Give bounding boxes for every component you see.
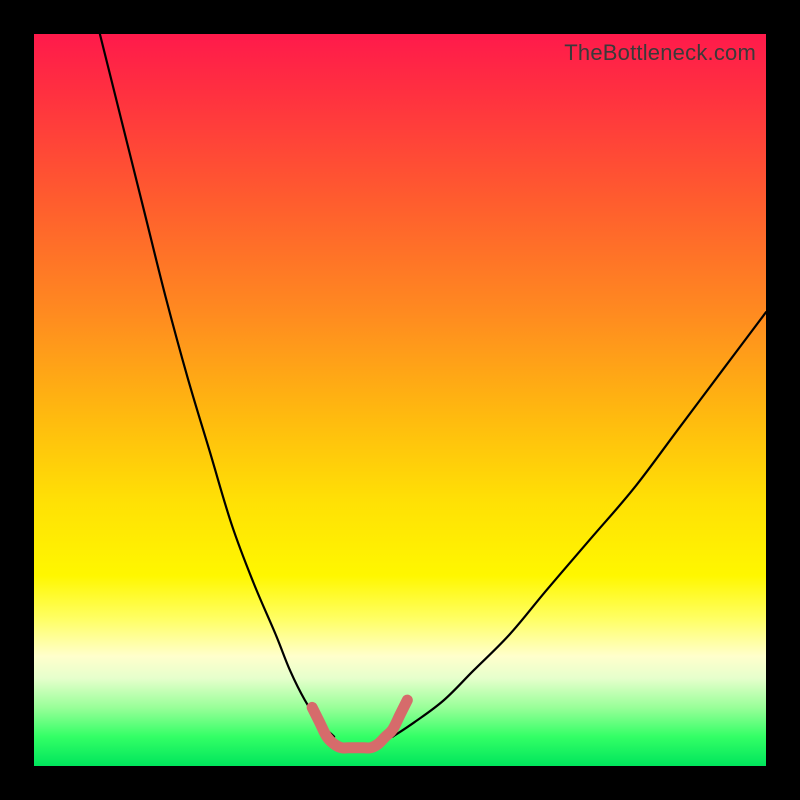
curve-layer bbox=[34, 34, 766, 766]
plot-area: TheBottleneck.com bbox=[34, 34, 766, 766]
curve-left bbox=[100, 34, 334, 737]
outer-frame: TheBottleneck.com bbox=[0, 0, 800, 800]
curve-right bbox=[393, 312, 766, 737]
optimal-marker bbox=[312, 700, 407, 748]
